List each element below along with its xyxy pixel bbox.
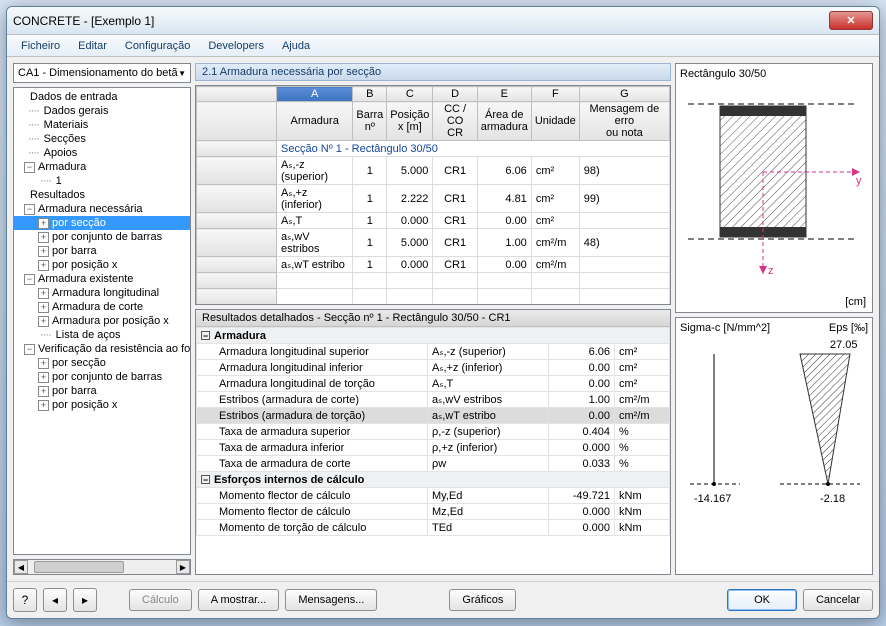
preview-title: Rectângulo 30/50	[680, 68, 868, 80]
menu-config[interactable]: Configuração	[117, 38, 198, 54]
mensagens-button[interactable]: Mensagens...	[285, 589, 377, 611]
detail-row[interactable]: Armadura longitudinal inferiorAₛ,+z (inf…	[197, 360, 670, 376]
case-dropdown[interactable]: CA1 - Dimensionamento do betã ▼	[13, 63, 191, 83]
svg-text:-2.18: -2.18	[820, 493, 845, 505]
titlebar: CONCRETE - [Exemplo 1] ✕	[7, 7, 879, 35]
detail-row[interactable]: Estribos (armadura de corte)aₛ,wV estrib…	[197, 392, 670, 408]
section-title: 2.1 Armadura necessária por secção	[195, 63, 671, 81]
preview-unit: [cm]	[845, 296, 866, 308]
chevron-down-icon: ▼	[178, 69, 186, 78]
detail-row[interactable]: Momento flector de cálculoMz,Ed0.000kNm	[197, 504, 670, 520]
sigma-label: Sigma-c [N/mm^2]	[680, 322, 770, 334]
detail-row[interactable]: Estribos (armadura de torção)aₛ,wT estri…	[197, 408, 670, 424]
help-button[interactable]: ?	[13, 588, 37, 612]
stress-strain-diagram: Sigma-c [N/mm^2] Eps [‰] 27.05	[675, 317, 873, 575]
prev-button[interactable]: ◂	[43, 588, 67, 612]
detail-panel[interactable]: Resultados detalhados - Secção nº 1 - Re…	[195, 309, 671, 575]
a-mostrar-button[interactable]: A mostrar...	[198, 589, 280, 611]
svg-text:z: z	[768, 265, 774, 277]
detail-row[interactable]: Taxa de armadura superiorρ,-z (superior)…	[197, 424, 670, 440]
tree-hscroll[interactable]: ◀ ▶	[13, 559, 191, 575]
detail-row[interactable]: Armadura longitudinal de torçãoAₛ,T0.00c…	[197, 376, 670, 392]
scroll-left-icon[interactable]: ◀	[14, 560, 28, 574]
ok-button[interactable]: OK	[727, 589, 797, 611]
table-row[interactable]: Aₛ,T10.000CR10.00cm²	[197, 213, 670, 229]
menu-editar[interactable]: Editar	[70, 38, 115, 54]
graficos-button[interactable]: Gráficos	[449, 589, 516, 611]
nav-tree[interactable]: Dados de entrada ····Dados gerais ····Ma…	[13, 87, 191, 555]
table-row[interactable]: aₛ,wT estribo10.000CR10.00cm²/m	[197, 257, 670, 273]
detail-row[interactable]: Taxa de armadura inferiorρ,+z (inferior)…	[197, 440, 670, 456]
next-button[interactable]: ▸	[73, 588, 97, 612]
svg-text:27.05: 27.05	[830, 339, 858, 351]
menu-ficheiro[interactable]: Ficheiro	[13, 38, 68, 54]
results-grid[interactable]: A B C D E F G Armadura Barranº Posiçãox …	[195, 85, 671, 305]
menubar: Ficheiro Editar Configuração Developers …	[7, 35, 879, 57]
eps-label: Eps [‰]	[829, 322, 868, 334]
cancelar-button[interactable]: Cancelar	[803, 589, 873, 611]
section-preview: Rectângulo 30/50 y	[675, 63, 873, 313]
detail-title: Resultados detalhados - Secção nº 1 - Re…	[196, 310, 670, 327]
tree-item-por-seccao[interactable]: +por secção	[14, 216, 190, 230]
svg-text:y: y	[856, 175, 862, 187]
scroll-thumb[interactable]	[34, 561, 124, 573]
scroll-right-icon[interactable]: ▶	[176, 560, 190, 574]
detail-row[interactable]: Armadura longitudinal superiorAₛ,-z (sup…	[197, 344, 670, 360]
menu-ajuda[interactable]: Ajuda	[274, 38, 318, 54]
calculo-button[interactable]: Cálculo	[129, 589, 192, 611]
table-row[interactable]: Aₛ,+z (inferior)12.222CR14.81cm²99)	[197, 185, 670, 213]
detail-row[interactable]: Taxa de armadura de corteρw0.033%	[197, 456, 670, 472]
close-button[interactable]: ✕	[829, 11, 873, 30]
detail-row[interactable]: Momento de torção de cálculoTEd0.000kNm	[197, 520, 670, 536]
window-title: CONCRETE - [Exemplo 1]	[13, 14, 829, 28]
table-row[interactable]: Aₛ,-z (superior)15.000CR16.06cm²98)	[197, 157, 670, 185]
dropdown-value: CA1 - Dimensionamento do betã	[18, 67, 178, 79]
footer: ? ◂ ▸ Cálculo A mostrar... Mensagens... …	[7, 581, 879, 618]
detail-row[interactable]: Momento flector de cálculoMy,Ed-49.721kN…	[197, 488, 670, 504]
svg-text:-14.167: -14.167	[694, 493, 731, 505]
menu-developers[interactable]: Developers	[200, 38, 272, 54]
table-row[interactable]: aₛ,wV estribos15.000CR11.00cm²/m48)	[197, 229, 670, 257]
